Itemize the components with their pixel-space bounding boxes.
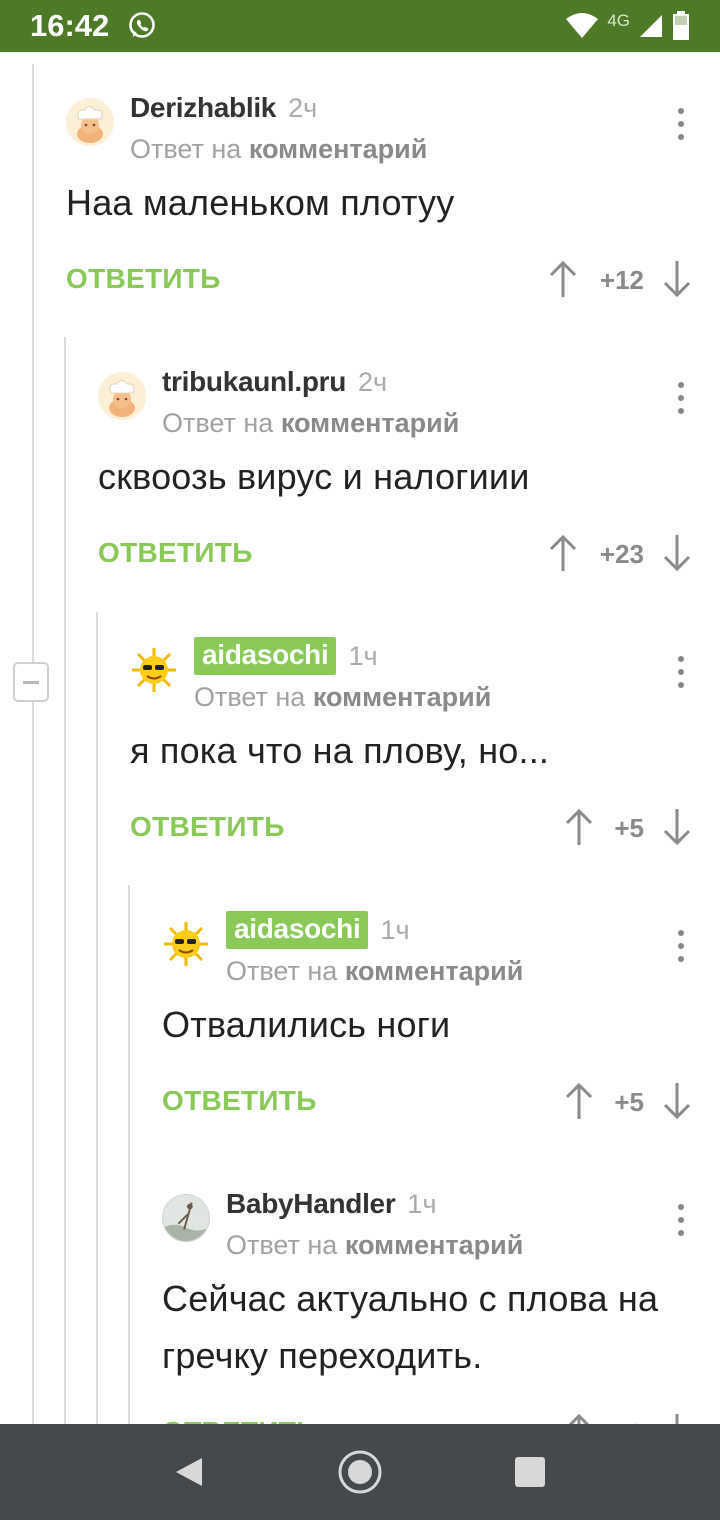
signal-icon [640, 15, 662, 37]
comment-username[interactable]: Derizhablik [130, 92, 276, 124]
arrow-up-icon[interactable] [548, 533, 578, 573]
arrow-down-icon[interactable] [662, 533, 692, 573]
reply-to-link[interactable]: комментарий [249, 134, 428, 164]
whatsapp-icon [129, 12, 156, 38]
comment-username[interactable]: BabyHandler [226, 1188, 396, 1220]
comment-text: Наа маленьком плотуу [66, 182, 455, 223]
thread-line [96, 612, 98, 1424]
arrow-up-icon[interactable] [564, 1412, 594, 1424]
collapse-thread-button[interactable] [13, 662, 49, 702]
reply-to-link[interactable]: комментарий [281, 408, 460, 438]
user-avatar-sun-icon[interactable] [162, 920, 210, 968]
comment-text: Отвалились ноги [162, 1004, 451, 1045]
more-options-icon[interactable] [676, 656, 686, 688]
reply-button[interactable]: ОТВЕТИТЬ [130, 811, 285, 843]
more-options-icon[interactable] [676, 382, 686, 414]
comment-username[interactable]: aidasochi [226, 911, 369, 949]
vote-count: +12 [599, 265, 644, 295]
comment-text: сквоозь вирус и налогиии [98, 456, 530, 497]
status-time: 16:42 [30, 8, 110, 43]
network-type: 4G [607, 11, 630, 30]
comment-actions: ОТВЕТИТЬ +5 [162, 1081, 720, 1125]
comment: aidasochi 1ч Ответ на комментарий я пока… [130, 636, 720, 886]
vote-count: +23 [599, 539, 644, 569]
arrow-up-icon[interactable] [564, 807, 594, 847]
user-avatar-photo-icon[interactable] [162, 1194, 210, 1242]
comment-actions: ОТВЕТИТЬ +5 [130, 807, 720, 851]
system-navigation-bar [0, 1424, 720, 1520]
wifi-icon [566, 13, 599, 38]
arrow-down-icon[interactable] [662, 1412, 692, 1424]
comment-actions: ОТВЕТИТЬ +23 [98, 533, 720, 577]
comment-time: 1ч [407, 1188, 437, 1219]
comment: tribukaunl.pru 2ч Ответ на комментарий с… [98, 362, 720, 612]
arrow-down-icon[interactable] [662, 259, 692, 299]
comment: aidasochi 1ч Ответ на комментарий Отвали… [162, 910, 720, 1160]
comment: BabyHandler 1ч Ответ на комментарий Сейч… [162, 1184, 720, 1424]
thread-line [32, 64, 34, 1424]
reply-button[interactable]: ОТВЕТИТЬ [162, 1085, 317, 1117]
arrow-down-icon[interactable] [662, 1081, 692, 1121]
comment-time: 2ч [358, 366, 388, 397]
reply-button[interactable]: ОТВЕТИТЬ [66, 263, 221, 295]
comment-text: Сейчас актуально с плова на гречку перех… [162, 1278, 659, 1376]
more-options-icon[interactable] [676, 108, 686, 140]
comment-username[interactable]: tribukaunl.pru [162, 366, 346, 398]
thread-line [64, 337, 66, 1424]
home-icon[interactable] [334, 1446, 386, 1498]
reply-to-line: Ответ на комментарий [130, 134, 428, 164]
arrow-up-icon[interactable] [548, 259, 578, 299]
more-options-icon[interactable] [676, 1204, 686, 1236]
user-avatar-chef-icon[interactable] [98, 372, 146, 420]
comment-actions: ОТВЕТИТЬ +2 [162, 1412, 720, 1424]
reply-to-link[interactable]: комментарий [345, 1230, 524, 1260]
reply-to-line: Ответ на комментарий [226, 956, 524, 986]
battery-icon [673, 11, 689, 40]
comment-username[interactable]: aidasochi [194, 637, 337, 675]
user-avatar-chef-icon[interactable] [66, 98, 114, 146]
arrow-down-icon[interactable] [662, 807, 692, 847]
reply-to-link[interactable]: комментарий [313, 682, 492, 712]
comment-thread[interactable]: Derizhablik 2ч Ответ на комментарий Наа … [0, 52, 720, 1424]
reply-to-line: Ответ на комментарий [162, 408, 460, 438]
vote-count: +5 [614, 813, 644, 843]
reply-to-link[interactable]: комментарий [345, 956, 524, 986]
comment-actions: ОТВЕТИТЬ +12 [66, 259, 720, 303]
reply-to-line: Ответ на комментарий [194, 682, 492, 712]
comment-text: я пока что на плову, но... [130, 730, 550, 771]
comment-time: 2ч [288, 92, 318, 123]
thread-line [128, 885, 130, 1424]
reply-button[interactable]: ОТВЕТИТЬ [162, 1416, 317, 1424]
comment-time: 1ч [380, 914, 410, 945]
comment: Derizhablik 2ч Ответ на комментарий Наа … [66, 88, 720, 338]
reply-to-line: Ответ на комментарий [226, 1230, 524, 1260]
more-options-icon[interactable] [676, 930, 686, 962]
back-icon[interactable] [162, 1446, 214, 1498]
reply-button[interactable]: ОТВЕТИТЬ [98, 537, 253, 569]
arrow-up-icon[interactable] [564, 1081, 594, 1121]
user-avatar-sun-icon[interactable] [130, 646, 178, 694]
recent-apps-icon[interactable] [504, 1446, 556, 1498]
status-bar: 16:42 4G [0, 0, 720, 52]
comment-time: 1ч [348, 640, 378, 671]
vote-count: +5 [614, 1087, 644, 1117]
